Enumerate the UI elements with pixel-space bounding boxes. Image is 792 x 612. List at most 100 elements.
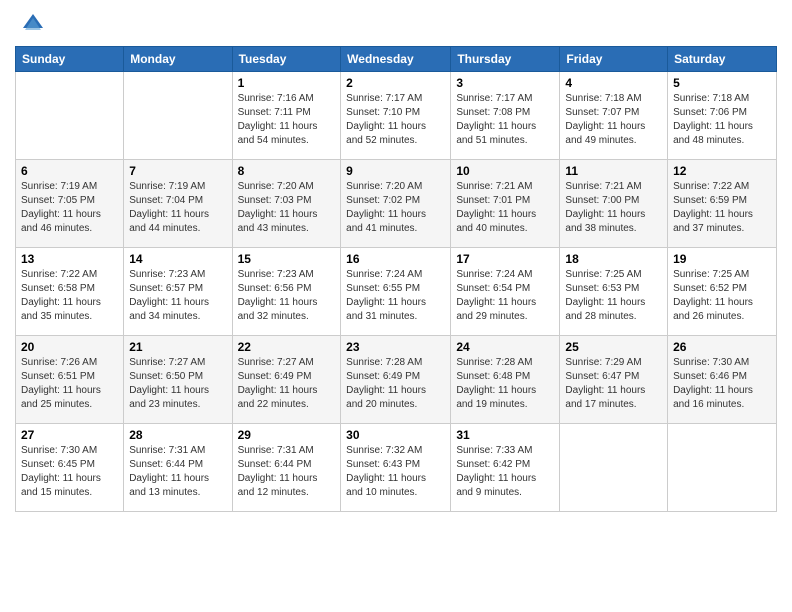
day-cell (16, 72, 124, 160)
day-number: 23 (346, 340, 445, 354)
day-number: 19 (673, 252, 771, 266)
day-cell: 20 Sunrise: 7:26 AMSunset: 6:51 PMDaylig… (16, 336, 124, 424)
day-cell: 12 Sunrise: 7:22 AMSunset: 6:59 PMDaylig… (668, 160, 777, 248)
day-number: 4 (565, 76, 662, 90)
day-number: 18 (565, 252, 662, 266)
day-info: Sunrise: 7:22 AMSunset: 6:59 PMDaylight:… (673, 180, 771, 236)
day-cell: 30 Sunrise: 7:32 AMSunset: 6:43 PMDaylig… (341, 424, 451, 512)
day-cell (560, 424, 668, 512)
day-info: Sunrise: 7:20 AMSunset: 7:02 PMDaylight:… (346, 180, 445, 236)
day-cell: 26 Sunrise: 7:30 AMSunset: 6:46 PMDaylig… (668, 336, 777, 424)
day-info: Sunrise: 7:18 AMSunset: 7:06 PMDaylight:… (673, 92, 771, 148)
header-wednesday: Wednesday (341, 47, 451, 72)
day-cell: 2 Sunrise: 7:17 AMSunset: 7:10 PMDayligh… (341, 72, 451, 160)
day-cell: 18 Sunrise: 7:25 AMSunset: 6:53 PMDaylig… (560, 248, 668, 336)
day-cell: 5 Sunrise: 7:18 AMSunset: 7:06 PMDayligh… (668, 72, 777, 160)
day-info: Sunrise: 7:33 AMSunset: 6:42 PMDaylight:… (456, 444, 554, 500)
day-number: 16 (346, 252, 445, 266)
day-cell: 8 Sunrise: 7:20 AMSunset: 7:03 PMDayligh… (232, 160, 341, 248)
day-info: Sunrise: 7:19 AMSunset: 7:04 PMDaylight:… (129, 180, 226, 236)
day-number: 30 (346, 428, 445, 442)
day-number: 14 (129, 252, 226, 266)
day-number: 31 (456, 428, 554, 442)
day-cell: 7 Sunrise: 7:19 AMSunset: 7:04 PMDayligh… (124, 160, 232, 248)
day-info: Sunrise: 7:27 AMSunset: 6:49 PMDaylight:… (238, 356, 336, 412)
day-info: Sunrise: 7:30 AMSunset: 6:45 PMDaylight:… (21, 444, 118, 500)
day-info: Sunrise: 7:27 AMSunset: 6:50 PMDaylight:… (129, 356, 226, 412)
day-info: Sunrise: 7:24 AMSunset: 6:55 PMDaylight:… (346, 268, 445, 324)
page: SundayMondayTuesdayWednesdayThursdayFrid… (0, 0, 792, 612)
header-thursday: Thursday (451, 47, 560, 72)
header-friday: Friday (560, 47, 668, 72)
day-info: Sunrise: 7:18 AMSunset: 7:07 PMDaylight:… (565, 92, 662, 148)
header-sunday: Sunday (16, 47, 124, 72)
day-info: Sunrise: 7:19 AMSunset: 7:05 PMDaylight:… (21, 180, 118, 236)
day-info: Sunrise: 7:26 AMSunset: 6:51 PMDaylight:… (21, 356, 118, 412)
day-info: Sunrise: 7:30 AMSunset: 6:46 PMDaylight:… (673, 356, 771, 412)
week-row-1: 1 Sunrise: 7:16 AMSunset: 7:11 PMDayligh… (16, 72, 777, 160)
day-cell: 31 Sunrise: 7:33 AMSunset: 6:42 PMDaylig… (451, 424, 560, 512)
day-number: 5 (673, 76, 771, 90)
week-row-2: 6 Sunrise: 7:19 AMSunset: 7:05 PMDayligh… (16, 160, 777, 248)
day-number: 2 (346, 76, 445, 90)
day-cell: 23 Sunrise: 7:28 AMSunset: 6:49 PMDaylig… (341, 336, 451, 424)
day-number: 17 (456, 252, 554, 266)
day-number: 20 (21, 340, 118, 354)
day-cell (124, 72, 232, 160)
day-cell: 16 Sunrise: 7:24 AMSunset: 6:55 PMDaylig… (341, 248, 451, 336)
header-tuesday: Tuesday (232, 47, 341, 72)
day-info: Sunrise: 7:31 AMSunset: 6:44 PMDaylight:… (238, 444, 336, 500)
day-number: 6 (21, 164, 118, 178)
day-info: Sunrise: 7:31 AMSunset: 6:44 PMDaylight:… (129, 444, 226, 500)
day-cell: 6 Sunrise: 7:19 AMSunset: 7:05 PMDayligh… (16, 160, 124, 248)
day-info: Sunrise: 7:29 AMSunset: 6:47 PMDaylight:… (565, 356, 662, 412)
day-number: 24 (456, 340, 554, 354)
day-info: Sunrise: 7:20 AMSunset: 7:03 PMDaylight:… (238, 180, 336, 236)
day-number: 15 (238, 252, 336, 266)
day-number: 29 (238, 428, 336, 442)
day-cell: 22 Sunrise: 7:27 AMSunset: 6:49 PMDaylig… (232, 336, 341, 424)
day-number: 21 (129, 340, 226, 354)
day-cell: 24 Sunrise: 7:28 AMSunset: 6:48 PMDaylig… (451, 336, 560, 424)
day-number: 11 (565, 164, 662, 178)
day-number: 28 (129, 428, 226, 442)
day-number: 26 (673, 340, 771, 354)
day-cell: 25 Sunrise: 7:29 AMSunset: 6:47 PMDaylig… (560, 336, 668, 424)
day-number: 27 (21, 428, 118, 442)
day-cell: 10 Sunrise: 7:21 AMSunset: 7:01 PMDaylig… (451, 160, 560, 248)
day-cell: 1 Sunrise: 7:16 AMSunset: 7:11 PMDayligh… (232, 72, 341, 160)
day-number: 3 (456, 76, 554, 90)
day-number: 22 (238, 340, 336, 354)
day-info: Sunrise: 7:22 AMSunset: 6:58 PMDaylight:… (21, 268, 118, 324)
day-cell: 17 Sunrise: 7:24 AMSunset: 6:54 PMDaylig… (451, 248, 560, 336)
day-number: 13 (21, 252, 118, 266)
day-cell: 3 Sunrise: 7:17 AMSunset: 7:08 PMDayligh… (451, 72, 560, 160)
logo-icon (19, 10, 47, 38)
week-row-4: 20 Sunrise: 7:26 AMSunset: 6:51 PMDaylig… (16, 336, 777, 424)
day-info: Sunrise: 7:23 AMSunset: 6:57 PMDaylight:… (129, 268, 226, 324)
day-info: Sunrise: 7:28 AMSunset: 6:49 PMDaylight:… (346, 356, 445, 412)
logo (15, 10, 47, 38)
calendar-header-row: SundayMondayTuesdayWednesdayThursdayFrid… (16, 47, 777, 72)
day-info: Sunrise: 7:24 AMSunset: 6:54 PMDaylight:… (456, 268, 554, 324)
day-cell: 21 Sunrise: 7:27 AMSunset: 6:50 PMDaylig… (124, 336, 232, 424)
week-row-5: 27 Sunrise: 7:30 AMSunset: 6:45 PMDaylig… (16, 424, 777, 512)
week-row-3: 13 Sunrise: 7:22 AMSunset: 6:58 PMDaylig… (16, 248, 777, 336)
day-info: Sunrise: 7:23 AMSunset: 6:56 PMDaylight:… (238, 268, 336, 324)
day-info: Sunrise: 7:17 AMSunset: 7:10 PMDaylight:… (346, 92, 445, 148)
day-info: Sunrise: 7:21 AMSunset: 7:00 PMDaylight:… (565, 180, 662, 236)
header-saturday: Saturday (668, 47, 777, 72)
day-info: Sunrise: 7:32 AMSunset: 6:43 PMDaylight:… (346, 444, 445, 500)
day-number: 10 (456, 164, 554, 178)
calendar-table: SundayMondayTuesdayWednesdayThursdayFrid… (15, 46, 777, 512)
day-number: 9 (346, 164, 445, 178)
day-cell: 11 Sunrise: 7:21 AMSunset: 7:00 PMDaylig… (560, 160, 668, 248)
day-info: Sunrise: 7:17 AMSunset: 7:08 PMDaylight:… (456, 92, 554, 148)
day-cell (668, 424, 777, 512)
day-cell: 15 Sunrise: 7:23 AMSunset: 6:56 PMDaylig… (232, 248, 341, 336)
day-number: 8 (238, 164, 336, 178)
day-number: 25 (565, 340, 662, 354)
day-info: Sunrise: 7:25 AMSunset: 6:52 PMDaylight:… (673, 268, 771, 324)
day-cell: 29 Sunrise: 7:31 AMSunset: 6:44 PMDaylig… (232, 424, 341, 512)
day-cell: 14 Sunrise: 7:23 AMSunset: 6:57 PMDaylig… (124, 248, 232, 336)
